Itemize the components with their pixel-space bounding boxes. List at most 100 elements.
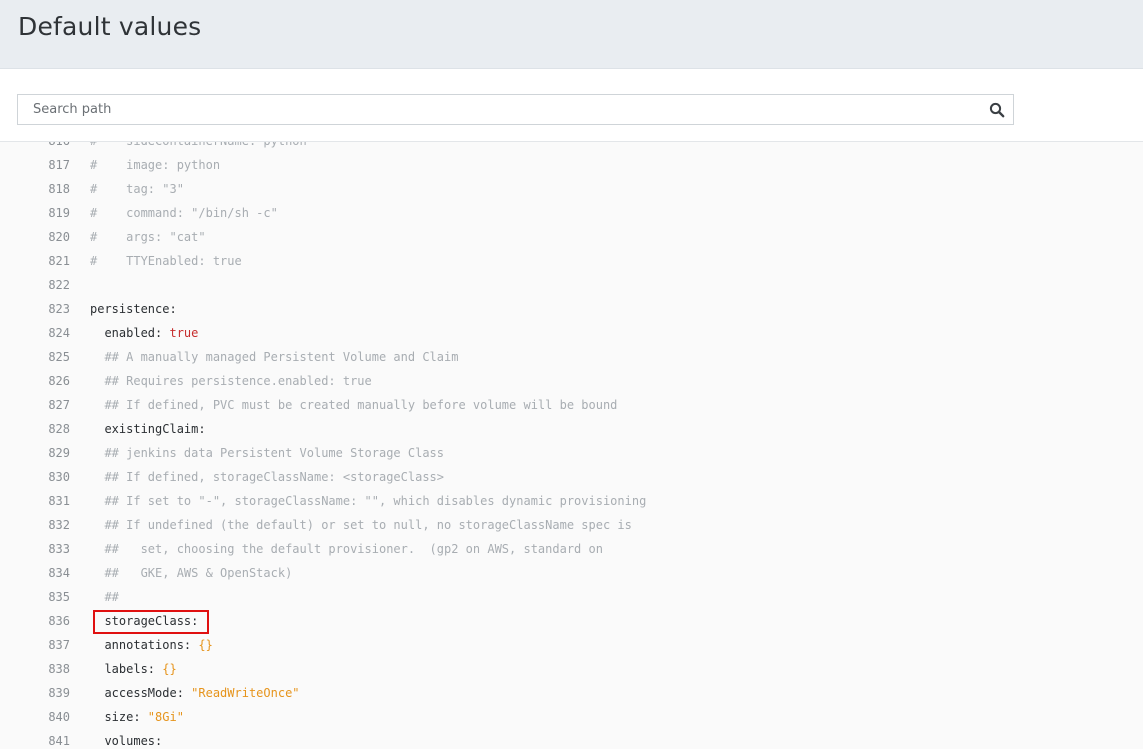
line-content: ## If defined, PVC must be created manua… [90,393,617,417]
line-content: ## GKE, AWS & OpenStack) [90,561,292,585]
code-line: 823 persistence: [0,297,1143,321]
code-token: # tag: "3" [90,182,184,196]
search-icon[interactable] [989,102,1005,118]
code-token: volumes: [90,734,163,748]
line-number: 837 [48,638,70,652]
code-line: 827 ## If defined, PVC must be created m… [0,393,1143,417]
line-content: ## [90,585,119,609]
highlight-box [93,610,209,634]
line-number: 833 [48,542,70,556]
page-title: Default values [18,12,202,41]
code-line: 839 accessMode: "ReadWriteOnce" [0,681,1143,705]
code-token: ## jenkins data Persistent Volume Storag… [90,446,445,460]
line-number: 820 [48,230,70,244]
line-number: 823 [48,302,70,316]
line-number: 838 [48,662,70,676]
search-box[interactable] [17,94,1014,125]
code-line: 830 ## If defined, storageClassName: <st… [0,465,1143,489]
line-number: 816 [0,142,70,153]
code-line: 828 existingClaim: [0,417,1143,441]
line-content: ## jenkins data Persistent Volume Storag… [90,441,444,465]
line-number: 831 [48,494,70,508]
line-number: 817 [48,158,70,172]
line-number: 821 [48,254,70,268]
code-line: 825 ## A manually managed Persistent Vol… [0,345,1143,369]
code-line: 818 # tag: "3" [0,177,1143,201]
line-content: ## set, choosing the default provisioner… [90,537,603,561]
code-token: enabled: [90,326,170,340]
line-content: # tag: "3" [90,177,184,201]
code-token: labels: [90,662,163,676]
code-token: annotations: [90,638,199,652]
code-token: # image: python [90,158,221,172]
line-content: labels: {} [90,657,177,681]
code-token: # command: "/bin/sh -c" [90,206,278,220]
code-token: ## [90,590,119,604]
line-number: 822 [48,278,70,292]
code-token: # TTYEnabled: true [90,254,242,268]
line-number: 840 [48,710,70,724]
code-token: persistence: [90,302,177,316]
code-line: 832 ## If undefined (the default) or set… [0,513,1143,537]
code-token: # args: "cat" [90,230,206,244]
code-token: ## set, choosing the default provisioner… [90,542,603,556]
line-content: # TTYEnabled: true [90,249,242,273]
code-line: 834 ## GKE, AWS & OpenStack) [0,561,1143,585]
code-line: 826 ## Requires persistence.enabled: tru… [0,369,1143,393]
code-line: 831 ## If set to "-", storageClassName: … [0,489,1143,513]
code-token: "8Gi" [147,710,184,724]
code-token: ## Requires persistence.enabled: true [90,374,372,388]
code-line: 840 size: "8Gi" [0,705,1143,729]
code-line: 816 # sideContainerName: python [0,142,1143,153]
page-header: Default values [0,0,1143,69]
code-token: ## If undefined (the default) or set to … [90,518,632,532]
code-token: size: [90,710,148,724]
line-content: ## If set to "-", storageClassName: "", … [90,489,646,513]
line-number: 828 [48,422,70,436]
line-content: ## If undefined (the default) or set to … [90,513,632,537]
code-token: {} [162,662,177,676]
line-number: 839 [48,686,70,700]
search-input[interactable] [18,95,978,124]
line-number: 841 [48,734,70,748]
code-token: ## If defined, storageClassName: <storag… [90,470,445,484]
line-number: 827 [48,398,70,412]
code-line: 838 labels: {} [0,657,1143,681]
line-content: volumes: [90,729,162,749]
line-content: ## Requires persistence.enabled: true [90,369,372,393]
code-line: 829 ## jenkins data Persistent Volume St… [0,441,1143,465]
code-line: 841 volumes: [0,729,1143,749]
line-number: 825 [48,350,70,364]
code-line: 835 ## [0,585,1143,609]
code-line: 819 # command: "/bin/sh -c" [0,201,1143,225]
code-token: accessMode: [90,686,192,700]
code-token: ## If defined, PVC must be created manua… [90,398,618,412]
code-token: "ReadWriteOnce" [191,686,300,700]
code-token: {} [198,638,213,652]
code-line: 822 [0,273,1143,297]
code-token: ## GKE, AWS & OpenStack) [90,566,293,580]
code-line: 817 # image: python [0,153,1143,177]
line-content: # sideContainerName: python [90,142,307,153]
line-content: enabled: true [90,321,198,345]
line-number: 834 [48,566,70,580]
code-line: 820 # args: "cat" [0,225,1143,249]
code-line: 833 ## set, choosing the default provisi… [0,537,1143,561]
line-number: 832 [48,518,70,532]
search-bar [0,70,1143,142]
line-number: 830 [48,470,70,484]
code-line: 824 enabled: true [0,321,1143,345]
line-content: # image: python [90,153,220,177]
line-content: # args: "cat" [90,225,206,249]
line-number: 835 [48,590,70,604]
line-number: 829 [48,446,70,460]
line-content: annotations: {} [90,633,213,657]
line-number: 819 [48,206,70,220]
code-token: ## A manually managed Persistent Volume … [90,350,459,364]
code-viewer[interactable]: 816 # sideContainerName: python 817 # image… [0,142,1143,749]
line-number: 826 [48,374,70,388]
code-token: ## If set to "-", storageClassName: "", … [90,494,647,508]
line-content: size: "8Gi" [90,705,184,729]
line-content: accessMode: "ReadWriteOnce" [90,681,300,705]
code-token: true [169,326,199,340]
